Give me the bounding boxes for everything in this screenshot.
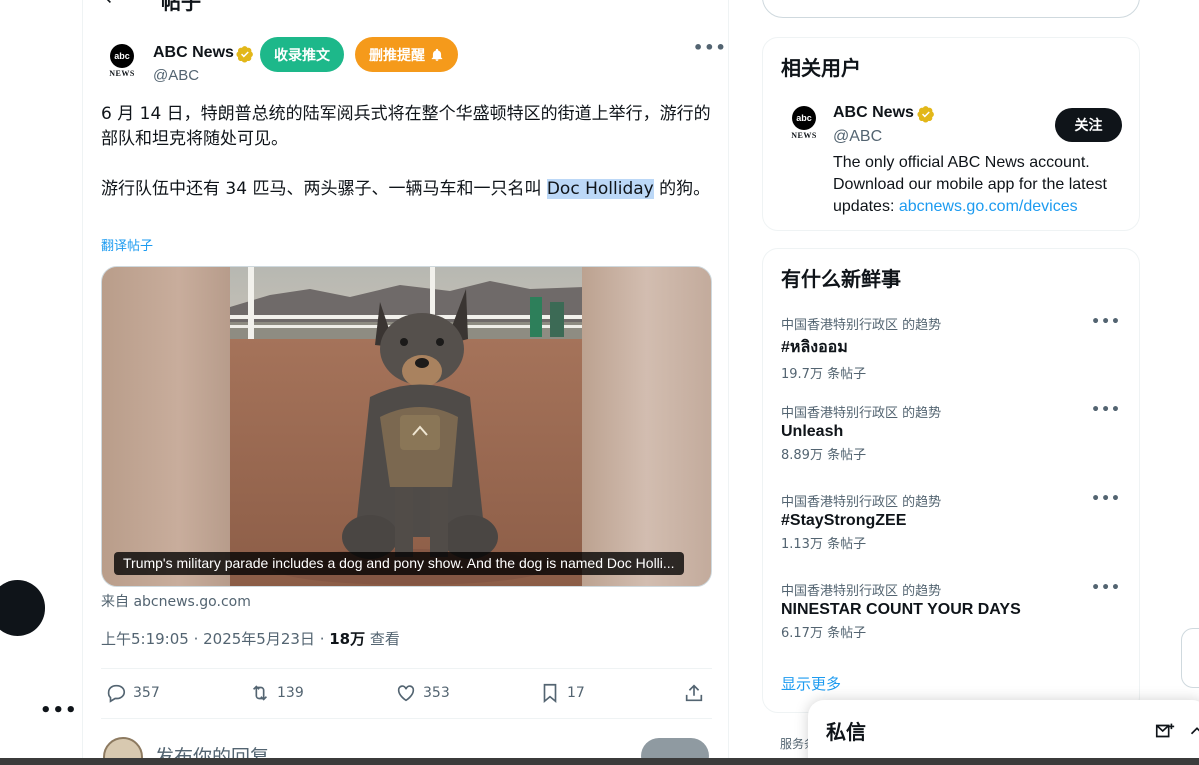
link-source[interactable]: 来自 abcnews.go.com [101, 591, 251, 611]
abc-logo-subtext: NEWS [791, 131, 817, 140]
trend-context: 中国香港特别行政区 的趋势 [781, 406, 942, 421]
page-title: 帖子 [161, 0, 201, 14]
trends-title: 有什么新鲜事 [781, 267, 901, 291]
messages-drawer[interactable]: 私信 [808, 700, 1199, 765]
related-user-name[interactable]: ABC News [833, 104, 914, 122]
share-icon [685, 684, 703, 702]
tweet-timestamp: 上午5:19:05 · 2025年5月23日 · 18万 查看 [101, 628, 400, 649]
follow-button[interactable]: 关注 [1055, 108, 1122, 142]
views-count: 18万 [329, 630, 366, 648]
abc-logo: abc [110, 44, 134, 68]
heart-icon [397, 685, 415, 702]
share-button[interactable] [683, 682, 705, 704]
new-message-icon[interactable] [1154, 720, 1176, 742]
link-card-caption: Trump's military parade includes a dog a… [114, 552, 684, 575]
expand-icon[interactable] [1186, 720, 1199, 742]
trend-context: 中国香港特别行政区 的趋势 [781, 318, 942, 333]
bookmark-icon [543, 683, 557, 704]
author-name[interactable]: ABC News [153, 44, 234, 62]
trend-context: 中国香港特别行政区 的趋势 [781, 495, 942, 510]
floating-action-button[interactable] [1181, 628, 1199, 688]
bio-link[interactable]: abcnews.go.com/devices [899, 198, 1078, 215]
link-card-media[interactable]: Trump's military parade includes a dog a… [101, 266, 712, 587]
bell-icon [431, 48, 443, 61]
tweet-more-icon[interactable]: ••• [693, 38, 727, 57]
verified-badge-icon [236, 46, 253, 63]
messages-title: 私信 [826, 720, 866, 744]
views-label: 查看 [365, 630, 400, 648]
follow-label: 关注 [1074, 118, 1103, 134]
translate-post-link[interactable]: 翻译帖子 [101, 235, 153, 254]
trend-more-icon[interactable]: ••• [1091, 491, 1121, 507]
trend-item[interactable]: 中国香港特别行政区 的趋势 Unleash 8.89万 条帖子 ••• [781, 402, 1121, 463]
timestamp-time[interactable]: 上午5:19:05 · 2025年5月23日 · [101, 630, 329, 648]
like-button[interactable]: 353 [395, 682, 450, 704]
related-user-bio: The only official ABC News account. Down… [833, 152, 1133, 218]
reply-button[interactable]: 357 [105, 682, 160, 704]
search-input[interactable] [762, 0, 1140, 18]
left-nav-post-button[interactable] [0, 580, 45, 636]
delete-reminder-button[interactable]: 删推提醒 [355, 37, 458, 72]
collect-tweet-label: 收录推文 [274, 47, 330, 64]
blurred-edge-right [582, 267, 711, 586]
arrow-left-icon[interactable]: ← [105, 0, 122, 10]
divider [101, 668, 712, 669]
like-count: 353 [423, 685, 450, 701]
trend-count: 6.17万 条帖子 [781, 626, 867, 641]
trend-name: NINESTAR COUNT YOUR DAYS [781, 601, 1021, 618]
trend-name: Unleash [781, 423, 844, 440]
highlighted-text: Doc Holliday [546, 179, 654, 199]
window-bottom-edge [0, 758, 1199, 765]
show-more-link[interactable]: 显示更多 [781, 673, 841, 694]
related-user-handle[interactable]: @ABC [833, 128, 882, 146]
bookmark-count: 17 [567, 685, 585, 701]
related-users-title: 相关用户 [781, 56, 861, 80]
trend-name: #หลิงออม [781, 339, 848, 356]
reply-icon [107, 684, 126, 703]
main-column: ← 帖子 abc NEWS ABC News @ABC 收录推文 删推提醒 ••… [82, 0, 729, 765]
trend-name: #StayStrongZEE [781, 512, 907, 529]
trend-item[interactable]: 中国香港特别行政区 的趋势 #StayStrongZEE 1.13万 条帖子 •… [781, 491, 1121, 552]
retweet-count: 139 [277, 685, 304, 701]
trend-count: 8.89万 条帖子 [781, 448, 867, 463]
tweet-text: 6 月 14 日，特朗普总统的陆军阅兵式将在整个华盛顿特区的街道上举行，游行的部… [101, 102, 713, 202]
trend-more-icon[interactable]: ••• [1091, 580, 1121, 596]
related-user-avatar[interactable]: abc NEWS [783, 102, 825, 144]
related-users-card: 相关用户 abc NEWS ABC News @ABC The only off… [762, 37, 1140, 231]
blurred-edge-left [102, 267, 230, 586]
abc-logo-subtext: NEWS [109, 69, 135, 78]
bookmark-button[interactable]: 17 [539, 682, 585, 704]
trend-count: 19.7万 条帖子 [781, 367, 867, 382]
trend-item[interactable]: 中国香港特别行政区 的趋势 NINESTAR COUNT YOUR DAYS 6… [781, 580, 1121, 641]
divider [101, 718, 712, 719]
delete-reminder-label: 删推提醒 [369, 47, 425, 64]
trend-item[interactable]: 中国香港特别行政区 的趋势 #หลิงออม 19.7万 条帖子 ••• [781, 314, 1121, 382]
tweet-paragraph-1: 6 月 14 日，特朗普总统的陆军阅兵式将在整个华盛顿特区的街道上举行，游行的部… [101, 104, 711, 149]
tweet-paragraph-2-before: 游行队伍中还有 34 匹马、两头骡子、一辆马车和一只名叫 [101, 179, 547, 199]
more-options-icon[interactable]: ••• [40, 700, 78, 721]
trends-card: 有什么新鲜事 中国香港特别行政区 的趋势 #หลิงออม 19.7万 条帖子 … [762, 248, 1140, 713]
author-handle[interactable]: @ABC [153, 67, 199, 84]
trend-count: 1.13万 条帖子 [781, 537, 867, 552]
retweet-icon [252, 685, 268, 701]
retweet-button[interactable]: 139 [249, 682, 304, 704]
trend-more-icon[interactable]: ••• [1091, 402, 1121, 418]
reply-count: 357 [133, 685, 160, 701]
trend-more-icon[interactable]: ••• [1091, 314, 1121, 330]
verified-badge-icon [917, 106, 934, 123]
collect-tweet-button[interactable]: 收录推文 [260, 37, 344, 72]
tweet-paragraph-2: 游行队伍中还有 34 匹马、两头骡子、一辆马车和一只名叫 Doc Hollida… [101, 177, 713, 202]
abc-logo: abc [792, 106, 816, 130]
tweet-paragraph-2-after: 的狗。 [653, 179, 711, 199]
dog-photo [230, 267, 584, 586]
trend-context: 中国香港特别行政区 的趋势 [781, 584, 942, 599]
author-avatar[interactable]: abc NEWS [101, 40, 143, 82]
